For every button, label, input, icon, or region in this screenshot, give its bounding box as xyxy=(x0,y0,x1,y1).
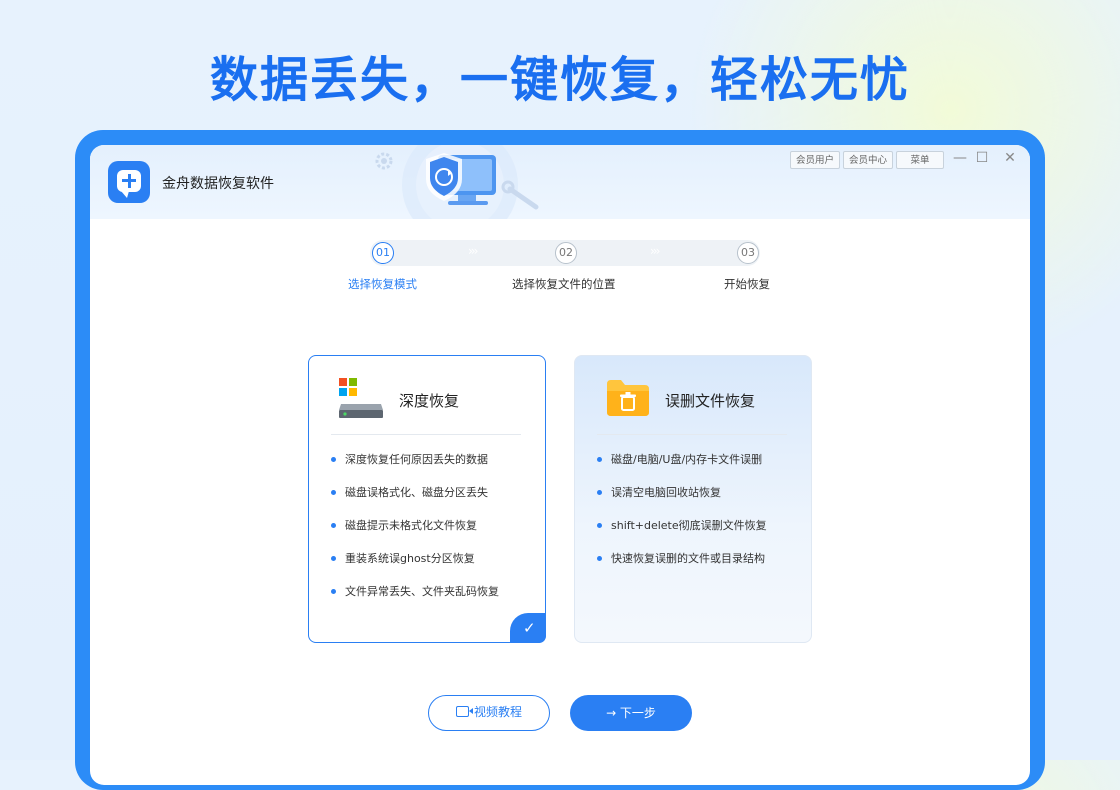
selected-check-icon: ✓ xyxy=(510,613,546,643)
chevron-right-icon: ››› xyxy=(650,244,661,258)
title-bar: 金舟数据恢复软件 会员用户 会员中心 菜单 — ☐ ✕ xyxy=(90,145,1030,219)
step-1-label: 选择恢复模式 xyxy=(348,277,417,291)
deep-recovery-title: 深度恢复 xyxy=(399,392,460,410)
minimize-icon[interactable]: — xyxy=(950,148,970,168)
deleted-file-recovery-title: 误删文件恢复 xyxy=(665,392,756,410)
gear-icon xyxy=(375,152,393,170)
deep-recovery-card[interactable]: 深度恢复 深度恢复任何原因丢失的数据 磁盘误格式化、磁盘分区丢失 磁盘提示未格式… xyxy=(308,355,546,643)
maximize-icon[interactable]: ☐ xyxy=(972,148,992,168)
video-tutorial-label: 视频教程 xyxy=(473,705,522,719)
step-1-number: 01 xyxy=(372,242,394,264)
list-item: 重装系统误ghost分区恢复 xyxy=(331,551,499,584)
list-item: 磁盘提示未格式化文件恢复 xyxy=(331,518,499,551)
step-3-number: 03 xyxy=(737,242,759,264)
list-item: 磁盘/电脑/U盘/内存卡文件误删 xyxy=(597,452,767,485)
app-window: 金舟数据恢复软件 会员用户 会员中心 菜单 — ☐ ✕ ››› ››› 01 0… xyxy=(90,145,1030,785)
step-2-label: 选择恢复文件的位置 xyxy=(512,277,616,291)
list-item: 文件异常丢失、文件夹乱码恢复 xyxy=(331,584,499,617)
promo-headline: 数据丢失，一键恢复，轻松无忧 xyxy=(209,52,910,108)
app-logo-icon xyxy=(108,161,150,203)
member-center-button[interactable]: 会员中心 xyxy=(843,151,893,169)
list-item: shift+delete彻底误删文件恢复 xyxy=(597,518,767,551)
banner-illustration xyxy=(375,145,539,219)
step-3-label: 开始恢复 xyxy=(724,277,770,291)
video-camera-icon xyxy=(455,706,473,717)
list-item: 磁盘误格式化、磁盘分区丢失 xyxy=(331,485,499,518)
list-item: 快速恢复误删的文件或目录结构 xyxy=(597,551,767,584)
menu-button[interactable]: 菜单 xyxy=(896,151,944,169)
app-name: 金舟数据恢复软件 xyxy=(162,176,274,192)
divider xyxy=(597,434,787,435)
step-2-number: 02 xyxy=(555,242,577,264)
video-tutorial-button[interactable]: 视频教程 xyxy=(428,695,550,731)
close-icon[interactable]: ✕ xyxy=(1000,148,1020,168)
list-item: 误清空电脑回收站恢复 xyxy=(597,485,767,518)
chevron-right-icon: ››› xyxy=(468,244,479,258)
deep-recovery-features: 深度恢复任何原因丢失的数据 磁盘误格式化、磁盘分区丢失 磁盘提示未格式化文件恢复… xyxy=(331,452,499,617)
folder-trash-icon xyxy=(607,380,649,416)
hard-drive-icon xyxy=(339,378,383,418)
divider xyxy=(331,434,521,435)
list-item: 深度恢复任何原因丢失的数据 xyxy=(331,452,499,485)
deleted-file-recovery-card[interactable]: 误删文件恢复 磁盘/电脑/U盘/内存卡文件误删 误清空电脑回收站恢复 shift… xyxy=(574,355,812,643)
next-step-button[interactable]: → 下一步 xyxy=(570,695,692,731)
member-user-button[interactable]: 会员用户 xyxy=(790,151,840,169)
deleted-file-recovery-features: 磁盘/电脑/U盘/内存卡文件误删 误清空电脑回收站恢复 shift+delete… xyxy=(597,452,767,584)
